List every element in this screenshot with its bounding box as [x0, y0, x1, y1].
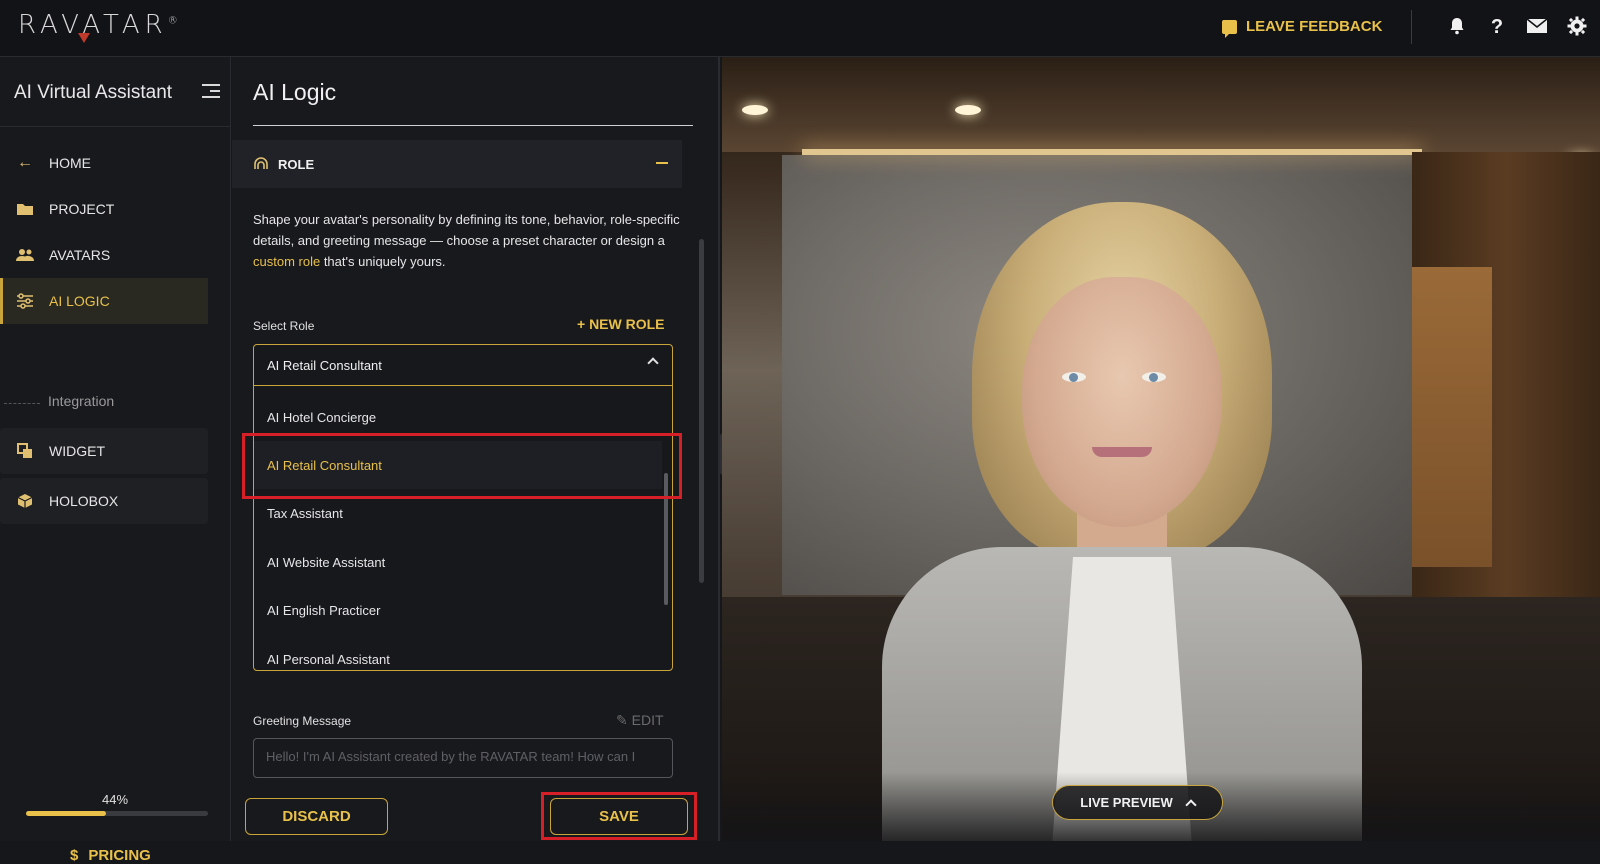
role-select-value: AI Retail Consultant: [267, 357, 382, 373]
top-bar: RAVATAR® LEAVE FEEDBACK ?: [0, 0, 1600, 57]
avatar-eye: [1142, 372, 1166, 382]
arrow-left-icon: ←: [17, 154, 33, 171]
ceiling-spotlight: [742, 105, 768, 115]
live-preview-button[interactable]: LIVE PREVIEW: [1052, 785, 1223, 820]
avatar-eye: [1062, 372, 1086, 382]
avatar-face: [1022, 277, 1222, 527]
role-select[interactable]: AI Retail Consultant: [254, 345, 672, 386]
widget-icon: [14, 440, 36, 462]
title-underline: [253, 125, 693, 126]
sidebar-item-holobox[interactable]: HOLOBOX: [0, 478, 208, 524]
highlight-box-save: [541, 792, 697, 840]
discard-button[interactable]: DISCARD: [245, 798, 388, 835]
ai-logic-panel: AI Logic ROLE Shape your avatar's person…: [232, 57, 720, 841]
menu-toggle-icon[interactable]: [202, 84, 220, 100]
role-option[interactable]: AI Website Assistant: [254, 538, 662, 586]
sidebar: AI Virtual Assistant ← HOME PROJECT AVAT…: [0, 57, 231, 864]
sidebar-item-label: AI LOGIC: [49, 293, 110, 309]
sidebar-item-label: AVATARS: [49, 247, 111, 263]
pricing-button[interactable]: $ PRICING: [70, 847, 151, 864]
highlight-box-role: [242, 433, 682, 499]
role-dropdown[interactable]: AI Retail Consultant AI Hotel Concierge …: [253, 344, 673, 671]
sidebar-item-label: HOLOBOX: [49, 493, 119, 509]
progress-label: 44%: [102, 792, 129, 807]
progress-fill: [26, 811, 107, 816]
help-icon[interactable]: ?: [1486, 16, 1508, 38]
feedback-icon: [1222, 19, 1237, 38]
greeting-message-field[interactable]: Hello! I'm AI Assistant created by the R…: [253, 738, 673, 778]
box-icon: [14, 490, 36, 512]
progress-bar: [26, 811, 208, 816]
ceiling: [722, 57, 1600, 152]
role-option[interactable]: AI Personal Assistant: [254, 635, 662, 683]
sidebar-divider: [0, 126, 231, 127]
header-divider: [1411, 10, 1412, 44]
leave-feedback-button[interactable]: LEAVE FEEDBACK: [1222, 18, 1383, 38]
logo[interactable]: RAVATAR®: [18, 10, 178, 40]
sidebar-item-home[interactable]: ← HOME: [0, 140, 208, 186]
avatar-preview: LIVE PREVIEW: [722, 57, 1600, 841]
pricing-label: PRICING: [88, 847, 151, 864]
ceiling-light-strip: [802, 149, 1422, 155]
pencil-icon: ✎: [616, 712, 628, 728]
select-role-label: Select Role: [253, 319, 315, 333]
sliders-icon: [14, 290, 36, 312]
sidebar-item-integration[interactable]: Integration: [48, 393, 114, 409]
role-option[interactable]: AI English Practicer: [254, 586, 662, 634]
sidebar-item-label: PROJECT: [49, 201, 115, 217]
sidebar-item-widget[interactable]: WIDGET: [0, 428, 208, 474]
app-title: AI Virtual Assistant: [14, 82, 173, 103]
edit-greeting-button[interactable]: ✎ EDIT: [616, 712, 664, 729]
role-description: Shape your avatar's personality by defin…: [253, 212, 680, 269]
sidebar-item-ai-logic[interactable]: AI LOGIC: [0, 278, 208, 324]
greeting-message-label: Greeting Message: [253, 714, 352, 728]
role-icon: [254, 156, 268, 172]
sidebar-item-avatars[interactable]: AVATARS: [0, 232, 208, 278]
page-title: AI Logic: [253, 79, 337, 105]
role-section-header[interactable]: ROLE: [232, 140, 682, 188]
ceiling-spotlight: [955, 105, 981, 115]
mail-icon[interactable]: [1526, 16, 1548, 38]
sidebar-item-label: WIDGET: [49, 443, 105, 459]
folder-icon: [14, 198, 36, 220]
bell-icon[interactable]: [1446, 16, 1468, 38]
sidebar-item-project[interactable]: PROJECT: [0, 186, 208, 232]
collapse-minus-icon[interactable]: [656, 162, 668, 164]
panel-scrollbar[interactable]: [699, 239, 704, 583]
dollar-icon: $: [70, 847, 79, 864]
role-section-title: ROLE: [278, 156, 315, 172]
live-preview-label: LIVE PREVIEW: [1080, 795, 1173, 810]
users-icon: [14, 244, 36, 266]
chevron-up-icon[interactable]: [647, 357, 659, 369]
gear-icon[interactable]: [1566, 16, 1588, 38]
lit-wall-panel: [1412, 267, 1492, 567]
logo-triangle-icon: [78, 33, 90, 43]
new-role-button[interactable]: + NEW ROLE: [577, 316, 665, 332]
integration-connector: [4, 403, 40, 404]
custom-role-link[interactable]: custom role: [253, 254, 320, 269]
avatar-mouth: [1092, 447, 1152, 457]
sidebar-item-label: HOME: [49, 155, 91, 171]
leave-feedback-label: LEAVE FEEDBACK: [1246, 18, 1383, 35]
chevron-up-icon: [1185, 799, 1197, 811]
